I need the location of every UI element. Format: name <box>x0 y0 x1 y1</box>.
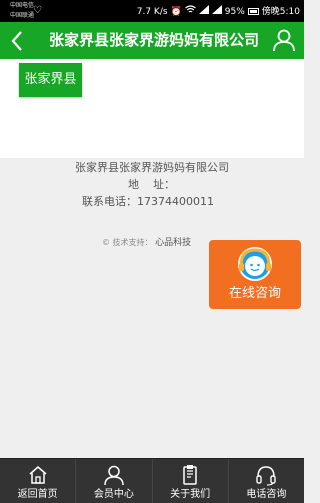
page-title: 张家界县张家界游妈妈有限公司 <box>48 31 259 49</box>
app-header: 张家界县张家界游妈妈有限公司 <box>0 22 304 59</box>
tab-home[interactable]: 返回首页 <box>0 459 75 503</box>
bottom-tab-bar: 返回首页 会员中心 关于我们 电话咨询 <box>0 458 304 503</box>
wifi-icon <box>184 5 196 18</box>
carrier-line-2: 中国联通 <box>10 12 35 19</box>
content-panel: 张家界县 <box>0 59 304 158</box>
company-name: 张家界县张家界游妈妈有限公司 <box>75 161 229 174</box>
battery-icon <box>247 8 259 15</box>
alarm-icon: ⏰ <box>170 6 182 17</box>
about-icon <box>179 464 201 486</box>
status-indicators: 7.7 K/s ⏰ 95% 傍晚5:10 <box>137 5 300 18</box>
tab-phone[interactable]: 电话咨询 <box>227 459 304 503</box>
region-button[interactable]: 张家界县 <box>19 63 82 97</box>
online-consult-label: 在线咨询 <box>228 286 281 301</box>
tech-support-prefix: © 技术支持： <box>102 238 153 247</box>
tab-member-label: 会员中心 <box>93 489 134 500</box>
online-consult-button[interactable]: 在线咨询 <box>209 240 301 309</box>
carrier-names: 中国电信 中国联通 <box>10 1 34 21</box>
tech-support-brand[interactable]: 心品科技 <box>155 238 191 248</box>
battery-percent: 95% <box>224 6 245 17</box>
company-phone[interactable]: 联系电话：17374400011 <box>82 194 214 210</box>
tab-about-label: 关于我们 <box>170 489 211 500</box>
tab-member[interactable]: 会员中心 <box>75 459 151 503</box>
heart-icon: ♡ <box>33 5 42 16</box>
signal-icon <box>198 5 209 18</box>
clock: 傍晚5:10 <box>261 6 300 17</box>
back-arrow-icon[interactable] <box>8 29 28 53</box>
status-bar: 中国电信 中国联通 ♡ 7.7 K/s ⏰ 95% 傍晚5:10 <box>0 0 304 22</box>
customer-service-icon <box>235 244 275 284</box>
company-address: 地 址： <box>128 178 175 191</box>
home-icon <box>27 464 49 486</box>
tab-home-label: 返回首页 <box>17 489 58 500</box>
user-icon[interactable] <box>272 28 296 52</box>
headset-icon <box>255 464 277 486</box>
member-icon <box>103 464 125 486</box>
tab-about[interactable]: 关于我们 <box>151 459 228 503</box>
network-speed: 7.7 K/s <box>136 6 168 17</box>
tech-support: © 技术支持： 心品科技 <box>102 237 191 249</box>
tab-phone-label: 电话咨询 <box>246 489 287 500</box>
carrier-line-1: 中国电信 <box>10 2 35 9</box>
signal-icon-2 <box>211 5 222 18</box>
